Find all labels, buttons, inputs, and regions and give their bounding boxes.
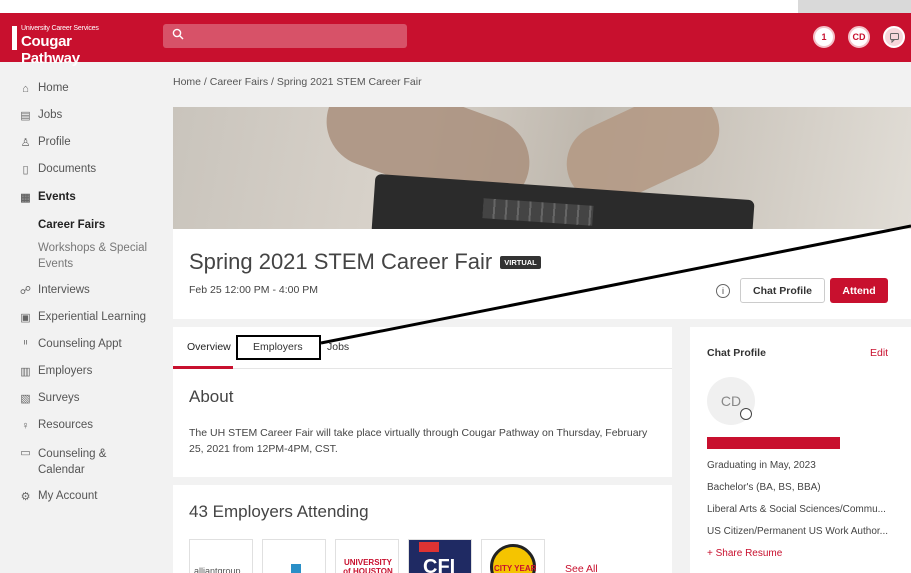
people-icon: ᐦ bbox=[23, 339, 28, 351]
chat-profile-button[interactable]: Chat Profile bbox=[740, 278, 825, 303]
sidebar-item-resources[interactable]: ♀ Resources bbox=[19, 419, 93, 432]
user-avatar-button[interactable]: CD bbox=[848, 26, 870, 48]
survey-icon: ▧ bbox=[20, 393, 31, 405]
status-indicator bbox=[740, 408, 752, 420]
notification-count-button[interactable]: 1 bbox=[813, 26, 835, 48]
employer-logo[interactable]: UNIVERSITY of HOUSTON bbox=[335, 539, 399, 573]
header-actions: 1 CD bbox=[813, 26, 905, 48]
employer-logo-text: CITY YEAR bbox=[494, 564, 537, 573]
sidebar-item-label: Experiential Learning bbox=[38, 311, 147, 323]
sidebar-item-jobs[interactable]: ▤ Jobs bbox=[19, 109, 62, 122]
info-icon[interactable]: i bbox=[716, 284, 730, 298]
sidebar-item-home[interactable]: ⌂ Home bbox=[19, 82, 69, 95]
employer-logo-text: UNIVERSITY of HOUSTON bbox=[343, 558, 393, 573]
sidebar-item-surveys[interactable]: ▧ Surveys bbox=[19, 392, 80, 405]
sidebar-subitem-career-fairs[interactable]: Career Fairs bbox=[38, 217, 105, 233]
graduation-info: Graduating in May, 2023 bbox=[707, 460, 816, 471]
sidebar-item-experiential-learning[interactable]: ▣ Experiential Learning bbox=[19, 311, 146, 324]
sidebar-item-documents[interactable]: ▯ Documents bbox=[19, 163, 96, 176]
handshake-icon: ☍ bbox=[19, 285, 32, 297]
share-resume-link[interactable]: + Share Resume bbox=[707, 548, 907, 559]
logo-bar bbox=[12, 26, 17, 50]
sidebar-item-label: Jobs bbox=[38, 109, 63, 121]
employer-logo[interactable] bbox=[262, 539, 326, 573]
sidebar-item-label: Surveys bbox=[38, 392, 80, 404]
citizenship-info: US Citizen/Permanent US Work Author... bbox=[707, 526, 889, 537]
page-title: Spring 2021 STEM Career Fair VIRTUAL bbox=[189, 249, 541, 275]
attend-button[interactable]: Attend bbox=[830, 278, 888, 303]
calendar-icon: ▦ bbox=[20, 192, 31, 204]
chat-icon[interactable] bbox=[883, 26, 905, 48]
sidebar-item-label: Profile bbox=[38, 136, 71, 148]
redacted-name bbox=[707, 437, 840, 449]
logo-mark bbox=[291, 564, 301, 573]
sidebar-item-profile[interactable]: ♙ Profile bbox=[19, 136, 71, 149]
subitem-label-line1: Workshops & Special bbox=[38, 242, 148, 254]
event-banner-image bbox=[173, 107, 911, 229]
bulb-icon: ♀ bbox=[21, 419, 30, 432]
college-info: Liberal Arts & Social Sciences/Commu... bbox=[707, 504, 886, 515]
virtual-badge: VIRTUAL bbox=[500, 256, 541, 269]
window-corner bbox=[798, 0, 911, 13]
tab-overview[interactable]: Overview bbox=[187, 341, 231, 353]
sidebar-item-label: Home bbox=[38, 82, 69, 94]
employer-logo[interactable]: CFI bbox=[408, 539, 472, 573]
calendar-icon: ▭ bbox=[20, 447, 31, 459]
breadcrumb[interactable]: Home / Career Fairs / Spring 2021 STEM C… bbox=[173, 76, 422, 88]
sidebar-item-interviews[interactable]: ☍ Interviews bbox=[19, 284, 90, 297]
see-all-employers-link[interactable]: See All bbox=[565, 563, 598, 573]
label-line1: Counseling & bbox=[38, 448, 107, 460]
label-line2: Calendar bbox=[38, 464, 85, 476]
sidebar-item-label: Counseling & Calendar bbox=[38, 446, 106, 478]
building-icon: ▥ bbox=[20, 366, 31, 378]
clipboard-icon: ▣ bbox=[20, 312, 31, 324]
sidebar-item-my-account[interactable]: ⚙ My Account bbox=[19, 490, 98, 503]
sidebar-item-counseling-appt[interactable]: ᐦ Counseling Appt bbox=[19, 338, 122, 351]
sidebar-item-label: Interviews bbox=[38, 284, 90, 296]
sidebar-item-label: Resources bbox=[38, 419, 93, 431]
employer-logo[interactable]: alliantgroup bbox=[189, 539, 253, 573]
event-title: Spring 2021 STEM Career Fair bbox=[189, 249, 493, 274]
employer-logo-text: CFI bbox=[423, 556, 456, 573]
sidebar-item-label: Events bbox=[38, 191, 76, 203]
sidebar-item-label: Documents bbox=[38, 163, 97, 175]
top-navbar: University Career Services Cougar Pathwa… bbox=[0, 13, 911, 67]
about-heading: About bbox=[189, 387, 234, 406]
search-input[interactable] bbox=[163, 24, 407, 48]
gear-icon: ⚙ bbox=[20, 491, 31, 503]
sidebar-item-employers[interactable]: ▥ Employers bbox=[19, 365, 92, 378]
active-tab-indicator bbox=[173, 366, 233, 369]
search-icon bbox=[172, 28, 184, 43]
about-text: The UH STEM Career Fair will take place … bbox=[189, 427, 648, 455]
event-date: Feb 25 12:00 PM - 4:00 PM bbox=[189, 284, 318, 296]
subitem-label-line2: Events bbox=[38, 258, 74, 270]
sidebar-item-events[interactable]: ▦ Events bbox=[19, 191, 76, 204]
chat-profile-heading: Chat Profile bbox=[707, 347, 766, 359]
user-icon: ♙ bbox=[20, 137, 31, 149]
employer-logo[interactable]: CITY YEAR bbox=[481, 539, 545, 573]
sidebar-item-label: My Account bbox=[38, 490, 98, 502]
employers-heading: 43 Employers Attending bbox=[189, 502, 369, 521]
event-header-card: Spring 2021 STEM Career Fair VIRTUAL Feb … bbox=[173, 229, 911, 319]
tab-jobs[interactable]: Jobs bbox=[327, 341, 349, 353]
edit-chat-profile-link[interactable]: Edit bbox=[870, 347, 888, 359]
sidebar-item-label: Counseling Appt bbox=[38, 338, 122, 350]
degree-info: Bachelor's (BA, BS, BBA) bbox=[707, 482, 821, 493]
sidebar-item-label: Employers bbox=[38, 365, 93, 377]
sidebar: ⌂ Home ▤ Jobs ♙ Profile ▯ Documents ▦ Events … bbox=[0, 62, 155, 573]
sidebar-subitem-workshops[interactable]: Workshops & Special Events bbox=[38, 240, 147, 272]
logo-subtitle: University Career Services bbox=[21, 25, 99, 32]
employers-attending-card: 43 Employers Attending alliantgroup UNIV… bbox=[173, 485, 672, 573]
top-strip bbox=[0, 0, 911, 13]
employer-logo-text: alliantgroup bbox=[194, 566, 241, 573]
sidebar-item-counseling-calendar[interactable]: ▭ Counseling & Calendar bbox=[19, 446, 106, 478]
cougar-pathway-logo[interactable]: University Career Services Cougar Pathwa… bbox=[12, 25, 122, 67]
home-icon: ⌂ bbox=[22, 82, 29, 95]
logo-mark bbox=[419, 542, 439, 552]
document-icon: ▯ bbox=[22, 164, 29, 176]
briefcase-icon: ▤ bbox=[20, 110, 31, 122]
highlight-box bbox=[236, 335, 321, 360]
chat-profile-card: Chat Profile Edit CD Graduating in May, … bbox=[690, 327, 911, 573]
